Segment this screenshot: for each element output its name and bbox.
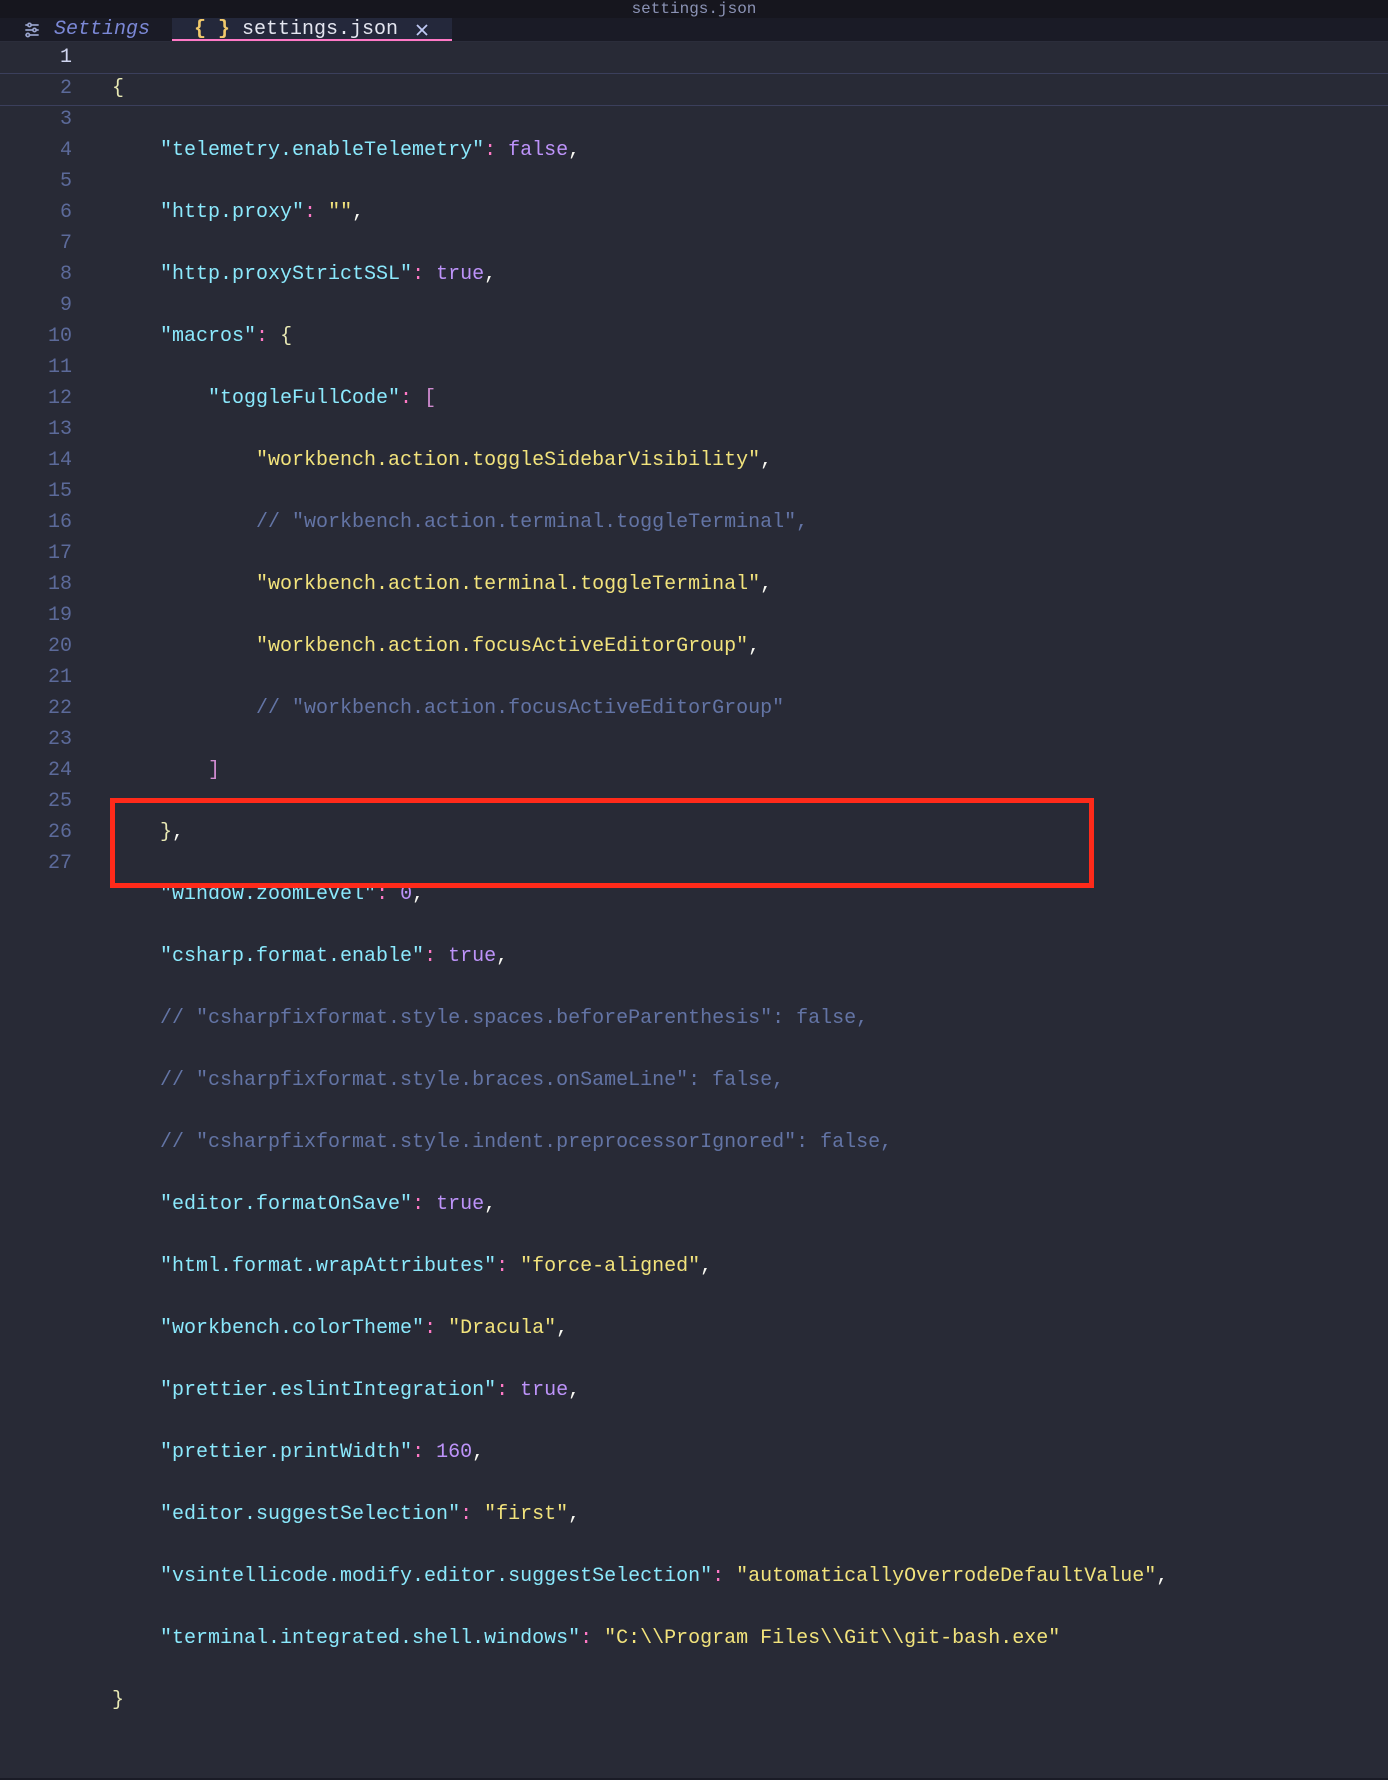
code-line[interactable]: // "workbench.action.focusActiveEditorGr… [112, 693, 1388, 724]
line-number: 18 [0, 569, 72, 600]
code-line[interactable]: "terminal.integrated.shell.windows": "C:… [112, 1623, 1388, 1654]
line-number: 9 [0, 290, 72, 321]
close-icon[interactable] [414, 22, 430, 38]
code-line[interactable]: "toggleFullCode": [ [112, 383, 1388, 414]
code-line[interactable]: "window.zoomLevel": 0, [112, 879, 1388, 910]
code-line[interactable]: "prettier.printWidth": 160, [112, 1437, 1388, 1468]
code-line[interactable]: "prettier.eslintIntegration": true, [112, 1375, 1388, 1406]
code-line[interactable]: "vsintellicode.modify.editor.suggestSele… [112, 1561, 1388, 1592]
line-gutter: 1 2 3 4 5 6 7 8 9 10 11 12 13 14 15 16 1… [0, 42, 96, 1778]
line-number: 14 [0, 445, 72, 476]
code-line[interactable]: { [112, 73, 1388, 104]
code-line[interactable]: "http.proxyStrictSSL": true, [112, 259, 1388, 290]
line-number: 16 [0, 507, 72, 538]
tab-label: Settings [54, 18, 150, 41]
sliders-icon [22, 20, 42, 40]
line-number: 26 [0, 817, 72, 848]
code-line[interactable]: "workbench.action.toggleSidebarVisibilit… [112, 445, 1388, 476]
code-line[interactable]: }, [112, 817, 1388, 848]
line-number: 15 [0, 476, 72, 507]
code-line[interactable]: "workbench.action.terminal.toggleTermina… [112, 569, 1388, 600]
line-number: 11 [0, 352, 72, 383]
code-line[interactable]: "telemetry.enableTelemetry": false, [112, 135, 1388, 166]
line-number: 1 [0, 42, 72, 73]
line-number: 6 [0, 197, 72, 228]
line-number: 25 [0, 786, 72, 817]
code-line[interactable]: "workbench.action.focusActiveEditorGroup… [112, 631, 1388, 662]
tab-label: settings.json [242, 18, 398, 41]
tabs-row: Settings { } settings.json [0, 18, 1388, 42]
line-number: 27 [0, 848, 72, 879]
code-line[interactable]: // "workbench.action.terminal.toggleTerm… [112, 507, 1388, 538]
code-line[interactable]: "html.format.wrapAttributes": "force-ali… [112, 1251, 1388, 1282]
code-line[interactable]: "http.proxy": "", [112, 197, 1388, 228]
window-title: settings.json [632, 0, 757, 18]
line-number: 3 [0, 104, 72, 135]
title-bar: settings.json [0, 0, 1388, 18]
braces-icon: { } [194, 18, 230, 41]
line-number: 12 [0, 383, 72, 414]
code-line[interactable]: // "csharpfixformat.style.spaces.beforeP… [112, 1003, 1388, 1034]
line-number: 20 [0, 631, 72, 662]
code-line[interactable]: "csharp.format.enable": true, [112, 941, 1388, 972]
line-number: 13 [0, 414, 72, 445]
tab-settings-json[interactable]: { } settings.json [172, 18, 452, 41]
line-number: 21 [0, 662, 72, 693]
editor-area[interactable]: 1 2 3 4 5 6 7 8 9 10 11 12 13 14 15 16 1… [0, 42, 1388, 1778]
line-number: 7 [0, 228, 72, 259]
code-line[interactable]: // "csharpfixformat.style.braces.onSameL… [112, 1065, 1388, 1096]
line-number: 23 [0, 724, 72, 755]
code-line[interactable]: "macros": { [112, 321, 1388, 352]
line-number: 22 [0, 693, 72, 724]
code-line[interactable]: } [112, 1685, 1388, 1716]
line-number: 10 [0, 321, 72, 352]
code-content[interactable]: { "telemetry.enableTelemetry": false, "h… [96, 42, 1388, 1778]
line-number: 19 [0, 600, 72, 631]
code-line[interactable]: "editor.suggestSelection": "first", [112, 1499, 1388, 1530]
line-number: 5 [0, 166, 72, 197]
line-number: 4 [0, 135, 72, 166]
line-number: 17 [0, 538, 72, 569]
tab-settings[interactable]: Settings [0, 18, 172, 41]
code-line[interactable]: ] [112, 755, 1388, 786]
line-number: 24 [0, 755, 72, 786]
line-number: 8 [0, 259, 72, 290]
code-line[interactable]: "editor.formatOnSave": true, [112, 1189, 1388, 1220]
code-line[interactable]: "workbench.colorTheme": "Dracula", [112, 1313, 1388, 1344]
